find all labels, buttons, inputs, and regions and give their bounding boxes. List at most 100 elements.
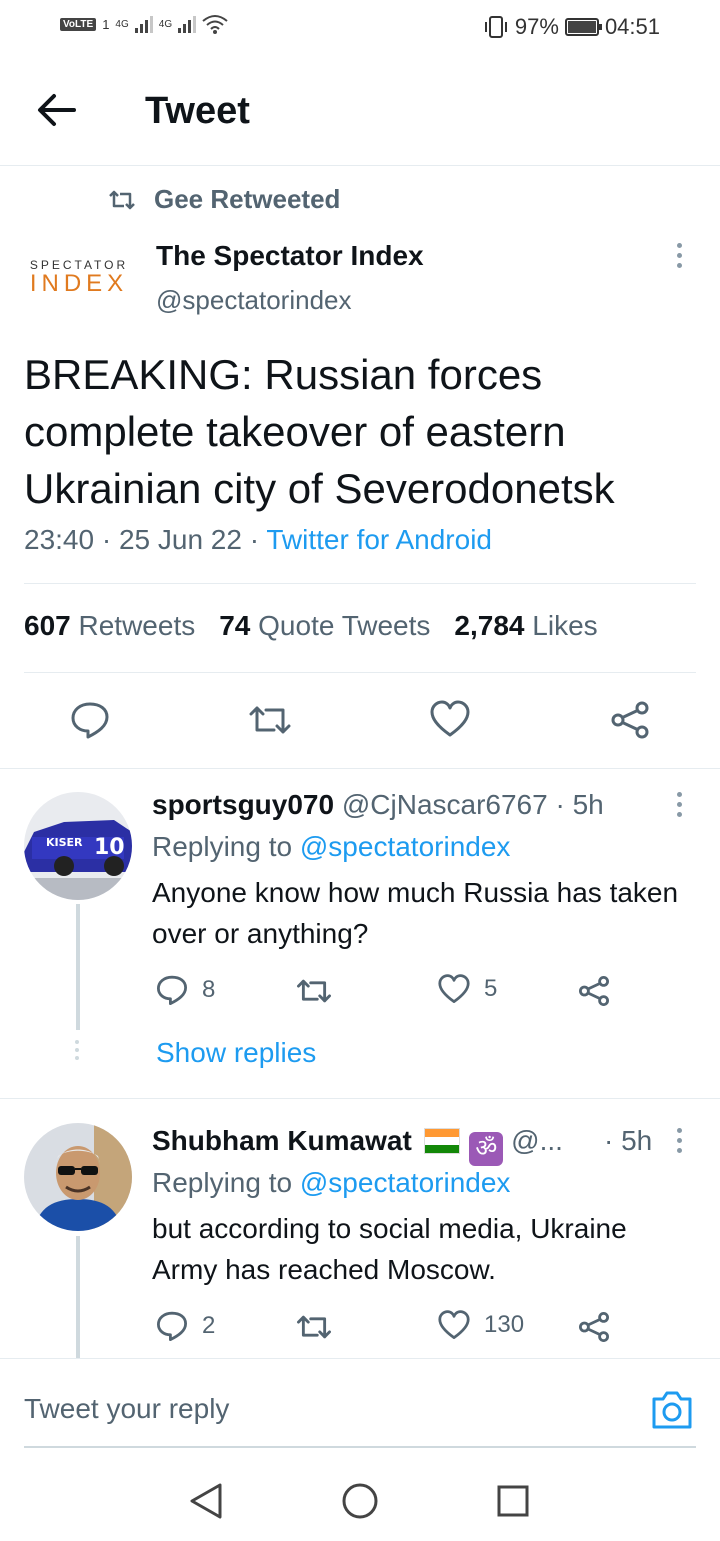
retweet-icon <box>297 1315 331 1339</box>
svg-text:KISER: KISER <box>46 836 83 849</box>
tweet-text: BREAKING: Russian forces complete takeov… <box>24 351 615 512</box>
reply-action-reply[interactable]: 2 <box>156 1310 215 1342</box>
reply-author-name[interactable]: Shubham Kumawat <box>152 1125 412 1156</box>
divider <box>24 672 696 673</box>
reply-composer: Tweet your reply <box>0 1358 720 1458</box>
vibrate-icon <box>484 16 507 38</box>
om-symbol: ॐ <box>469 1132 504 1166</box>
retweets-label: Retweets <box>78 610 196 641</box>
signal-icon-2 <box>178 15 197 33</box>
like-count: 5 <box>484 975 498 1002</box>
nav-home-icon[interactable] <box>341 1482 379 1520</box>
reply-icon <box>157 1311 187 1341</box>
like-icon <box>438 1310 470 1340</box>
nav-back-icon[interactable] <box>188 1482 224 1520</box>
battery-icon <box>564 18 602 36</box>
nav-recents-icon[interactable] <box>496 1484 530 1518</box>
avatar[interactable]: KISER 10 <box>24 792 132 900</box>
status-right: 97% 04:51 <box>483 14 660 40</box>
show-replies-link[interactable]: Show replies <box>156 1037 316 1069</box>
divider <box>0 768 720 769</box>
share-icon[interactable] <box>578 975 610 1007</box>
share-icon[interactable] <box>610 700 650 740</box>
reply-action-retweet[interactable] <box>296 1312 346 1342</box>
reply-timestamp: · 5h <box>604 1125 653 1156</box>
retweet-icon <box>297 979 331 1003</box>
quotes-label: Quote Tweets <box>258 610 431 641</box>
replying-to-prefix: Replying to <box>152 1167 300 1198</box>
likes-stat[interactable]: 2,784 Likes <box>454 610 597 642</box>
network-type-1: 4G <box>115 18 129 30</box>
reply-author-handle[interactable]: @CjNascar6767 · 5h <box>342 789 604 820</box>
likes-count: 2,784 <box>454 610 525 641</box>
india-flag-icon <box>423 1128 460 1154</box>
reply-icon[interactable] <box>70 700 110 740</box>
clock: 04:51 <box>604 14 660 39</box>
quotes-count: 74 <box>219 610 251 641</box>
divider <box>0 1098 720 1099</box>
tweet-meta: 23:40 · 25 Jun 22 · Twitter for Android <box>24 524 492 556</box>
reply-input[interactable]: Tweet your reply <box>24 1393 229 1425</box>
reply-time: · 5h <box>604 1125 652 1157</box>
share-icon[interactable] <box>578 1311 610 1343</box>
retweets-count: 607 <box>24 610 71 641</box>
retweet-icon[interactable] <box>248 702 292 738</box>
reply-action-retweet[interactable] <box>296 976 346 1006</box>
thread-line <box>76 1236 80 1358</box>
retweet-icon <box>109 190 135 209</box>
avatar[interactable] <box>24 1123 132 1231</box>
status-left: VoLTE 1 4G 4G <box>60 14 228 34</box>
reply-icon <box>157 975 187 1005</box>
logo-line-2: INDEX <box>29 270 129 297</box>
retweets-stat[interactable]: 607 Retweets <box>24 610 195 642</box>
top-app-bar: Tweet <box>0 56 720 166</box>
retweet-context-label: Gee Retweeted <box>154 184 341 214</box>
reply-header: sportsguy070 @CjNascar6767 · 5h <box>152 789 604 821</box>
wifi-icon <box>202 15 228 34</box>
more-options-icon[interactable] <box>677 792 683 822</box>
reply-input-underline <box>24 1446 696 1448</box>
tweet-source-link[interactable]: Twitter for Android <box>266 524 492 555</box>
author-avatar[interactable]: SPECTATOR INDEX <box>26 258 132 296</box>
status-bar: VoLTE 1 4G 4G 97% 04:51 <box>0 0 720 56</box>
reply-author-name[interactable]: sportsguy070 <box>152 789 334 820</box>
replying-to: Replying to @spectatorindex <box>152 831 510 863</box>
sim-slot: 1 <box>102 16 110 32</box>
tweet-stats: 607 Retweets 74 Quote Tweets 2,784 Likes <box>24 610 598 642</box>
reply-header: Shubham Kumawat ॐ @... <box>152 1125 563 1166</box>
thread-line <box>76 904 80 1030</box>
battery-percent: 97% <box>514 14 559 39</box>
more-options-icon[interactable] <box>677 1128 683 1158</box>
like-icon <box>438 974 470 1004</box>
replying-to-prefix: Replying to <box>152 831 300 862</box>
like-icon[interactable] <box>430 700 470 738</box>
signal-icon <box>134 15 153 33</box>
more-options-icon[interactable] <box>677 243 683 273</box>
author-name[interactable]: The Spectator Index <box>156 240 424 272</box>
reply-author-handle[interactable]: @... <box>511 1125 563 1156</box>
reply-text: Anyone know how much Russia has taken ov… <box>152 877 679 949</box>
divider <box>24 583 696 584</box>
reply-count: 2 <box>202 1312 216 1339</box>
retweet-context[interactable]: Gee Retweeted <box>108 184 340 215</box>
replying-to: Replying to @spectatorindex <box>152 1167 510 1199</box>
volte-badge: VoLTE <box>60 17 97 31</box>
page-title: Tweet <box>145 90 250 132</box>
arrow-left-icon[interactable] <box>34 88 78 132</box>
author-handle[interactable]: @spectatorindex <box>156 285 352 316</box>
thread-more-icon[interactable] <box>75 1040 81 1065</box>
reply-action-like[interactable]: 5 <box>438 974 497 1004</box>
system-nav-bar <box>0 1460 720 1541</box>
reply-action-like[interactable]: 130 <box>438 1310 524 1340</box>
replying-to-link[interactable]: @spectatorindex <box>300 1167 511 1198</box>
reply-action-reply[interactable]: 8 <box>156 974 215 1006</box>
tweet-actions <box>0 690 720 750</box>
quotes-stat[interactable]: 74 Quote Tweets <box>219 610 430 642</box>
tweet-timestamp: 23:40 · 25 Jun 22 · <box>24 524 267 555</box>
camera-icon[interactable] <box>650 1389 694 1431</box>
network-type-2: 4G <box>158 18 173 30</box>
like-count: 130 <box>484 1311 525 1338</box>
reply-text: but according to social media, Ukraine A… <box>152 1213 627 1285</box>
replying-to-link[interactable]: @spectatorindex <box>300 831 511 862</box>
reply-count: 8 <box>202 976 216 1003</box>
